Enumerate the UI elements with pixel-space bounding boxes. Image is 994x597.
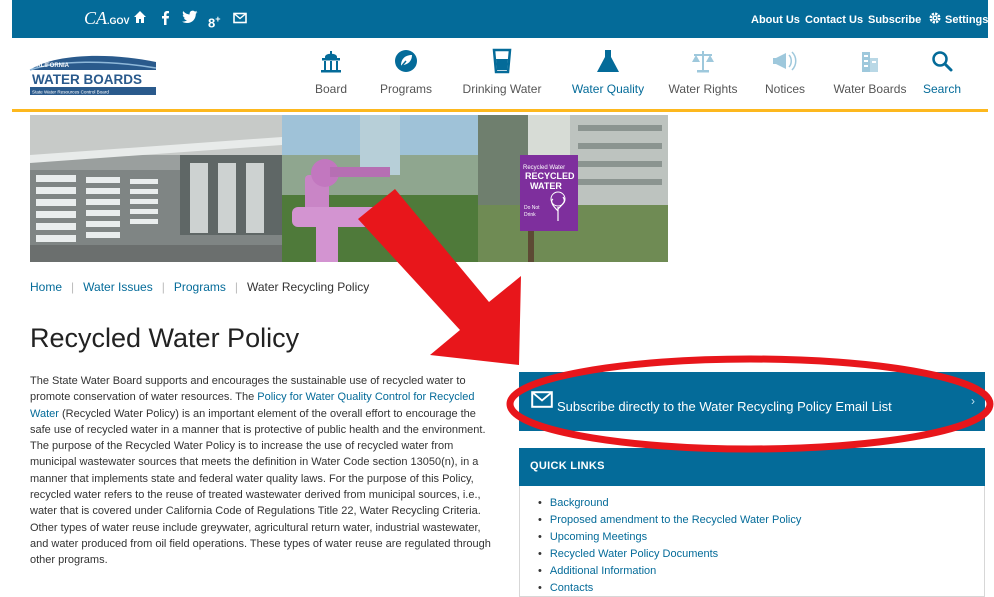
nav-search-label: Search: [922, 82, 962, 96]
contact-us-link[interactable]: Contact Us: [805, 13, 863, 27]
nav-notices-label: Notices: [764, 82, 805, 96]
sign-line-5: Drink: [524, 212, 536, 218]
nav-water-rights-label: Water Rights: [668, 82, 738, 96]
flask-icon: [593, 48, 623, 74]
chevron-right-icon: ›: [971, 394, 975, 408]
logo-line-2: WATER BOARDS: [32, 72, 142, 87]
intro-text-2: (Recycled Water Policy) is an important …: [30, 407, 491, 567]
subscribe-email-list-button[interactable]: Subscribe directly to the Water Recyclin…: [519, 372, 985, 431]
intro-paragraph: The State Water Board supports and encou…: [30, 373, 498, 569]
settings-icon[interactable]: [928, 11, 942, 29]
google-plus-icon[interactable]: 8+: [208, 10, 221, 32]
page-title: Recycled Water Policy: [30, 323, 300, 353]
search-icon: [927, 48, 957, 74]
nav-programs[interactable]: Programs: [373, 38, 439, 109]
breadcrumb-water-issues[interactable]: Water Issues: [83, 280, 153, 294]
nav-search[interactable]: Search: [918, 38, 966, 109]
nav-water-rights[interactable]: Water Rights: [664, 38, 742, 109]
nav-water-boards[interactable]: Water Boards: [830, 38, 910, 109]
quick-link-additional-information[interactable]: Additional Information: [538, 563, 801, 580]
logo-line-1: CALIFORNIA: [32, 63, 70, 69]
nav-programs-label: Programs: [379, 82, 432, 96]
quick-links-header: QUICK LINKS: [519, 448, 985, 486]
scales-icon: [688, 48, 718, 74]
sign-line-2: RECYCLED: [525, 171, 575, 181]
breadcrumb: Home | Water Issues | Programs | Water Recycli…: [30, 280, 370, 294]
hero-banner-image: Recycled Water RECYCLED WATER Do Not Dri…: [30, 115, 668, 262]
subscribe-link[interactable]: Subscribe: [868, 13, 921, 27]
home-icon[interactable]: [133, 10, 147, 28]
subscribe-label: Subscribe directly to the Water Recyclin…: [557, 399, 892, 414]
site-header: CALIFORNIA WATER BOARDS State Water Reso…: [12, 38, 988, 112]
quick-links-list: Background Proposed amendment to the Rec…: [538, 495, 802, 597]
logo-line-3: State Water Resources Control Board: [32, 90, 109, 95]
quick-link-background[interactable]: Background: [538, 495, 801, 512]
cup-icon: [487, 48, 517, 74]
ca-gov-logo[interactable]: CA.GOV: [84, 8, 130, 31]
top-utility-bar: CA.GOV 8+ About Us Contact Us Subscribe …: [12, 0, 988, 38]
sign-line-3: WATER: [530, 181, 562, 191]
water-boards-logo[interactable]: CALIFORNIA WATER BOARDS State Water Reso…: [28, 48, 158, 98]
sign-line-4: Do Not: [524, 205, 540, 211]
breadcrumb-home[interactable]: Home: [30, 280, 62, 294]
envelope-icon: [531, 391, 553, 413]
quick-link-policy-documents[interactable]: Recycled Water Policy Documents: [538, 546, 801, 563]
nav-water-quality-label: Water Quality: [571, 82, 645, 96]
ca-gov-logo-suffix: .GOV: [107, 16, 130, 26]
facebook-icon[interactable]: [160, 10, 170, 29]
breadcrumb-current: Water Recycling Policy: [246, 280, 370, 294]
email-icon[interactable]: [233, 10, 247, 28]
nav-board[interactable]: Board: [303, 38, 359, 109]
nav-drinking-water[interactable]: Drinking Water: [455, 38, 549, 109]
megaphone-icon: [770, 48, 800, 74]
nav-water-quality[interactable]: Water Quality: [564, 38, 652, 109]
nav-board-label: Board: [314, 82, 348, 96]
twitter-icon[interactable]: [182, 10, 198, 28]
capitol-icon: [316, 48, 346, 74]
nav-drinking-water-label: Drinking Water: [462, 82, 542, 96]
quick-links-heading: QUICK LINKS: [530, 460, 605, 472]
nav-water-boards-label: Water Boards: [833, 82, 907, 96]
buildings-icon: [855, 48, 885, 74]
quick-link-upcoming-meetings[interactable]: Upcoming Meetings: [538, 529, 801, 546]
quick-link-proposed-amendment[interactable]: Proposed amendment to the Recycled Water…: [538, 512, 802, 529]
settings-link[interactable]: Settings: [945, 13, 988, 27]
leaf-icon: [391, 48, 421, 74]
nav-notices[interactable]: Notices: [757, 38, 813, 109]
breadcrumb-programs[interactable]: Programs: [174, 280, 226, 294]
about-us-link[interactable]: About Us: [751, 13, 800, 27]
ca-gov-logo-text: CA: [84, 8, 108, 28]
quick-links-panel: Background Proposed amendment to the Rec…: [519, 486, 985, 597]
